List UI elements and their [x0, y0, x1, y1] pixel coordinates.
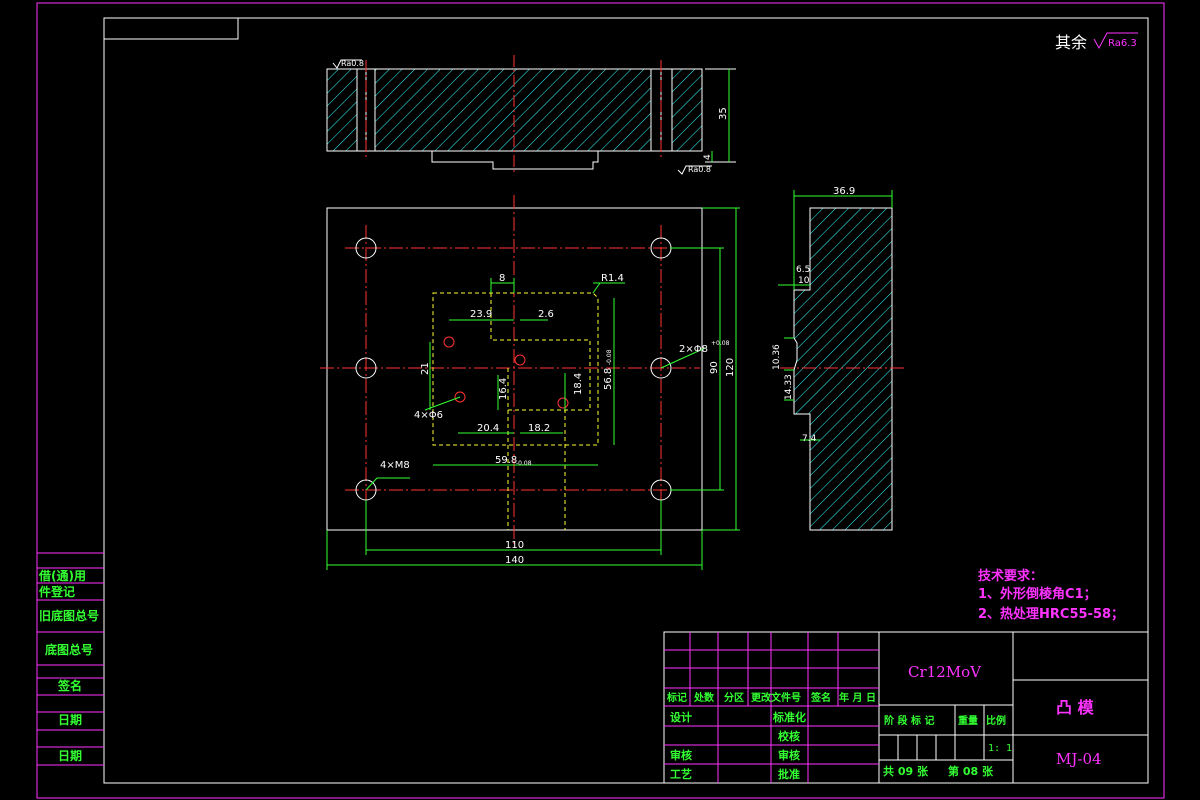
stamp-signature: 签名 — [57, 678, 82, 693]
plan-dim-16-4: 16.4 — [498, 378, 509, 400]
plan-view: 8 R1.4 23.9 2.6 2×Φ8 +0.08 21 16.4 4×Φ6 … — [320, 195, 740, 570]
tb-material: Cr12MoV — [908, 663, 982, 681]
side-dim-10-36: 10.36 — [772, 344, 782, 370]
plan-dim-120: 120 — [725, 358, 736, 377]
stamp-date-2: 日期 — [58, 748, 82, 763]
side-dim-14-33: 14.33 — [784, 374, 794, 400]
tb-drawing-no: MJ-04 — [1056, 750, 1102, 768]
stamp-borrow: 借(通)用 — [38, 568, 86, 583]
rev-header-zone: 分区 — [724, 691, 744, 704]
tb-scale-label: 比例 — [986, 714, 1006, 727]
tb-proofread: 校核 — [778, 729, 800, 743]
front-dim-4: 4 — [703, 154, 713, 160]
plan-dim-110: 110 — [505, 540, 524, 551]
plan-dim-140: 140 — [505, 555, 524, 566]
front-top-roughness: Ra0.8 — [341, 59, 364, 68]
stamp-register: 件登记 — [39, 584, 75, 599]
stamp-date-1: 日期 — [58, 712, 82, 727]
plan-dim-2-6: 2.6 — [538, 309, 554, 320]
front-bottom-roughness: Ra0.8 — [688, 165, 711, 174]
rev-header-doc: 更改文件号 — [751, 691, 801, 704]
tb-design: 设计 — [670, 710, 692, 724]
plan-dim-18-4: 18.4 — [573, 373, 584, 395]
rev-header-date: 年 月 日 — [839, 691, 876, 704]
general-roughness-prefix: 其余 — [1055, 33, 1087, 52]
revision-grid — [664, 632, 879, 783]
side-view: 36.9 6.5 10 10.36 14.33 7.4 — [772, 186, 905, 531]
plan-dim-59-8: 59.8 — [495, 455, 517, 466]
tech-req-item-1: 1、外形倒棱角C1； — [978, 586, 1097, 602]
plan-dim-23-9: 23.9 — [470, 309, 492, 320]
side-dim-7-4: 7.4 — [802, 434, 817, 444]
plan-dim-21: 21 — [420, 362, 431, 375]
tb-part-name: 凸 模 — [1056, 698, 1095, 717]
rev-header-mark: 标记 — [666, 691, 687, 704]
tech-req-title: 技术要求： — [978, 568, 1043, 584]
front-dim-35: 35 — [718, 107, 729, 120]
rev-header-count: 处数 — [693, 691, 715, 704]
tb-sheet-total: 共 09 张 — [883, 764, 929, 778]
tb-stage-label: 阶 段 标 记 — [884, 714, 934, 727]
tb-check: 审核 — [778, 748, 800, 762]
plan-dim-18-2: 18.2 — [528, 423, 550, 434]
plan-dim-59-8-tol: -0.08 — [516, 460, 532, 467]
tb-standardize: 标准化 — [772, 710, 806, 724]
tech-req-item-2: 2、热处理HRC55-58； — [978, 606, 1124, 622]
plan-dim-2xphi: 2×Φ8 — [679, 344, 708, 355]
stamp-old-drawing-no: 旧底图总号 — [39, 608, 99, 623]
stamp-drawing-no: 底图总号 — [45, 642, 93, 657]
plan-dim-4xphi6: 4×Φ6 — [414, 410, 443, 421]
drawing-canvas: 其余 Ra6.3 Ra0.8 Ra0.8 35 4 8 R1.4 23.9 2.… — [36, 2, 1165, 799]
tb-approve: 批准 — [778, 767, 800, 781]
plan-dim-2xphi-tol: +0.08 — [711, 340, 730, 347]
plan-dim-8: 8 — [499, 273, 505, 284]
rev-header-sign: 签名 — [810, 691, 831, 704]
side-dim-36-9: 36.9 — [833, 186, 855, 197]
tb-review: 审核 — [670, 748, 692, 762]
tb-process: 工艺 — [670, 767, 692, 781]
plan-dim-4xm8: 4×M8 — [380, 460, 410, 471]
general-roughness-value: Ra6.3 — [1108, 38, 1137, 49]
plan-dim-20-4: 20.4 — [477, 423, 499, 434]
corner-box — [103, 17, 239, 40]
side-dim-10: 10 — [798, 276, 810, 286]
plan-dim-56-8: 56.8 — [603, 368, 614, 390]
tb-scale-value: 1: 1 — [988, 743, 1012, 754]
front-view: Ra0.8 Ra0.8 35 4 — [326, 55, 736, 175]
plan-dim-90: 90 — [709, 361, 720, 374]
tb-weight-label: 重量 — [958, 714, 978, 727]
plan-dim-56-8-tol: -0.08 — [606, 349, 613, 365]
tb-sheet-no: 第 08 张 — [948, 764, 994, 778]
side-dim-6-5: 6.5 — [796, 265, 810, 275]
plan-dim-r14: R1.4 — [601, 273, 624, 284]
